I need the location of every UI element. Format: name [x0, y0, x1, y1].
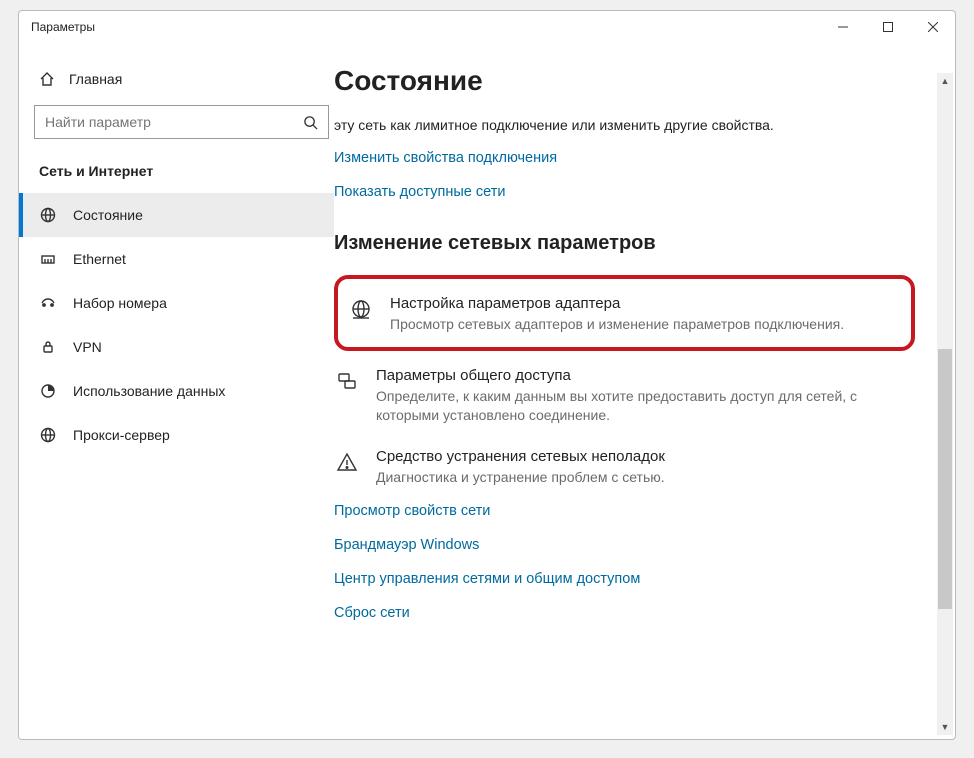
sidebar-item-status[interactable]: Состояние — [19, 193, 334, 237]
scrollbar-thumb[interactable] — [938, 349, 952, 609]
option-body: Параметры общего доступа Определите, к к… — [376, 367, 915, 426]
home-link[interactable]: Главная — [19, 63, 334, 95]
option-body: Настройка параметров адаптера Просмотр с… — [390, 295, 895, 335]
settings-window: Параметры Главная — [18, 10, 956, 740]
scrollbar[interactable]: ▲ ▼ — [937, 73, 953, 735]
search-field[interactable] — [45, 114, 303, 130]
search-input[interactable] — [34, 105, 329, 139]
option-body: Средство устранения сетевых неполадок Ди… — [376, 448, 915, 488]
sidebar-item-vpn[interactable]: VPN — [19, 325, 334, 369]
minimize-button[interactable] — [820, 11, 865, 43]
highlight-box: Настройка параметров адаптера Просмотр с… — [334, 275, 915, 351]
page-title: Состояние — [334, 65, 915, 97]
link-network-sharing-center[interactable]: Центр управления сетями и общим доступом — [334, 571, 915, 587]
option-desc: Определите, к каким данным вы хотите пре… — [376, 387, 915, 426]
adapter-icon — [348, 295, 374, 320]
option-title: Настройка параметров адаптера — [390, 295, 895, 312]
option-sharing[interactable]: Параметры общего доступа Определите, к к… — [334, 361, 915, 442]
link-windows-firewall[interactable]: Брандмауэр Windows — [334, 537, 915, 553]
link-view-network-props[interactable]: Просмотр свойств сети — [334, 503, 915, 519]
body: Главная Сеть и Интернет Состояние — [19, 43, 955, 739]
troubleshoot-icon — [334, 448, 360, 473]
close-button[interactable] — [910, 11, 955, 43]
sidebar-item-proxy[interactable]: Прокси-сервер — [19, 413, 334, 457]
link-show-available-networks[interactable]: Показать доступные сети — [334, 184, 915, 200]
subheading-network-params: Изменение сетевых параметров — [334, 232, 915, 255]
datausage-icon — [39, 383, 57, 399]
sidebar-item-label: Прокси-сервер — [73, 427, 170, 443]
content-area: Состояние эту сеть как лимитное подключе… — [334, 43, 955, 739]
option-desc: Просмотр сетевых адаптеров и изменение п… — [390, 315, 895, 335]
sidebar-item-label: Набор номера — [73, 295, 167, 311]
option-troubleshoot[interactable]: Средство устранения сетевых неполадок Ди… — [334, 442, 915, 504]
globe-icon — [39, 207, 57, 223]
scroll-up-button[interactable]: ▲ — [937, 73, 953, 89]
sidebar-section-title: Сеть и Интернет — [19, 157, 334, 193]
sidebar-item-dialup[interactable]: Набор номера — [19, 281, 334, 325]
search-icon — [303, 115, 318, 130]
window-controls — [820, 11, 955, 43]
option-desc: Диагностика и устранение проблем с сетью… — [376, 468, 915, 488]
search-wrap — [19, 95, 334, 157]
dialup-icon — [39, 295, 57, 311]
maximize-button[interactable] — [865, 11, 910, 43]
sidebar-item-label: Состояние — [73, 207, 143, 223]
sidebar-item-label: Использование данных — [73, 383, 225, 399]
sidebar-item-ethernet[interactable]: Ethernet — [19, 237, 334, 281]
sidebar-item-label: VPN — [73, 339, 102, 355]
proxy-icon — [39, 427, 57, 443]
link-network-reset[interactable]: Сброс сети — [334, 605, 915, 621]
sidebar: Главная Сеть и Интернет Состояние — [19, 43, 334, 739]
sidebar-item-datausage[interactable]: Использование данных — [19, 369, 334, 413]
sidebar-item-label: Ethernet — [73, 251, 126, 267]
intro-text: эту сеть как лимитное подключение или из… — [334, 115, 915, 136]
sharing-icon — [334, 367, 360, 392]
window-title: Параметры — [31, 20, 95, 34]
option-adapter-settings[interactable]: Настройка параметров адаптера Просмотр с… — [348, 289, 895, 343]
option-title: Средство устранения сетевых неполадок — [376, 448, 915, 465]
titlebar: Параметры — [19, 11, 955, 43]
home-icon — [39, 71, 55, 87]
scroll-down-button[interactable]: ▼ — [937, 719, 953, 735]
home-label: Главная — [69, 71, 122, 87]
option-title: Параметры общего доступа — [376, 367, 915, 384]
vpn-icon — [39, 339, 57, 355]
link-change-connection-props[interactable]: Изменить свойства подключения — [334, 150, 915, 166]
ethernet-icon — [39, 251, 57, 267]
